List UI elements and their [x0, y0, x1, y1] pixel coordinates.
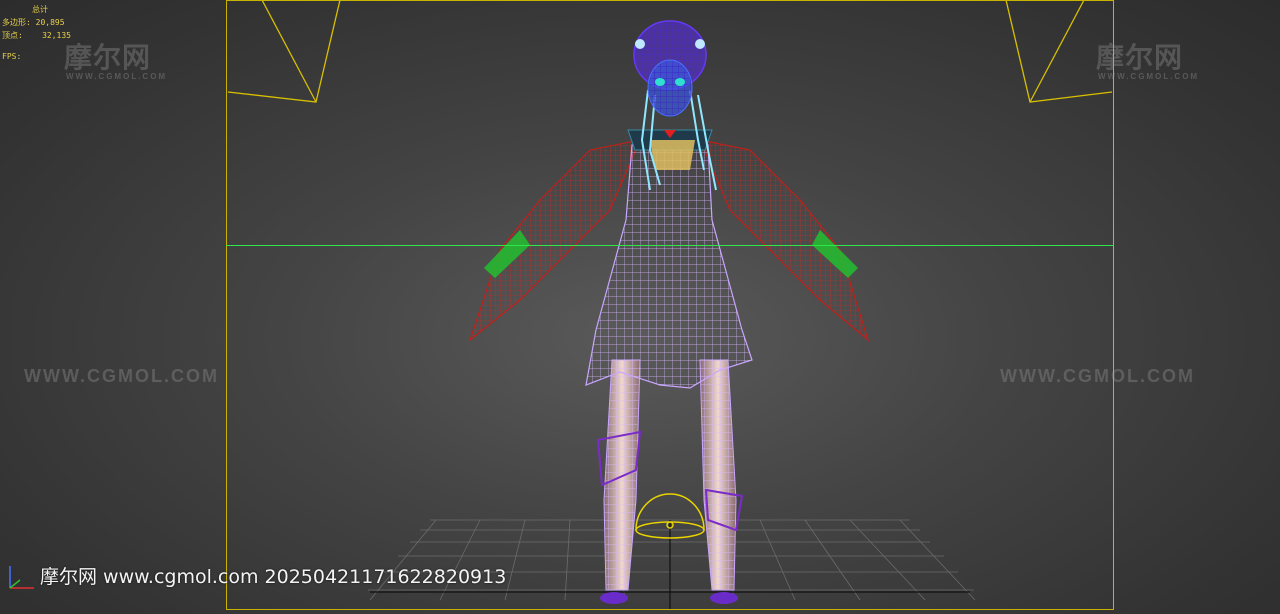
- horizon-line: [226, 245, 1114, 246]
- axis-tripod-icon: [9, 566, 34, 589]
- head-mesh: [633, 20, 707, 117]
- image-caption: 摩尔网 www.cgmol.com 20250421171622820913: [40, 566, 507, 588]
- camera-gizmo-left: [227, 0, 341, 103]
- viewport-statistics: 总计 多边形: 20,895 顶点: 32,135 FPS:: [2, 3, 71, 63]
- stats-verts: 顶点: 32,135: [2, 29, 71, 42]
- polys-value: 20,895: [35, 18, 65, 27]
- verts-label: 顶点:: [2, 31, 23, 40]
- stats-fps: FPS:: [2, 52, 22, 61]
- camera-gizmo-right: [1005, 0, 1113, 103]
- wireframe-scene: [227, 0, 1113, 610]
- stats-polys: 多边形: 20,895: [2, 16, 71, 29]
- verts-value: 32,135: [42, 31, 71, 40]
- stats-header: 总计: [32, 5, 48, 14]
- polys-label: 多边形:: [2, 18, 31, 27]
